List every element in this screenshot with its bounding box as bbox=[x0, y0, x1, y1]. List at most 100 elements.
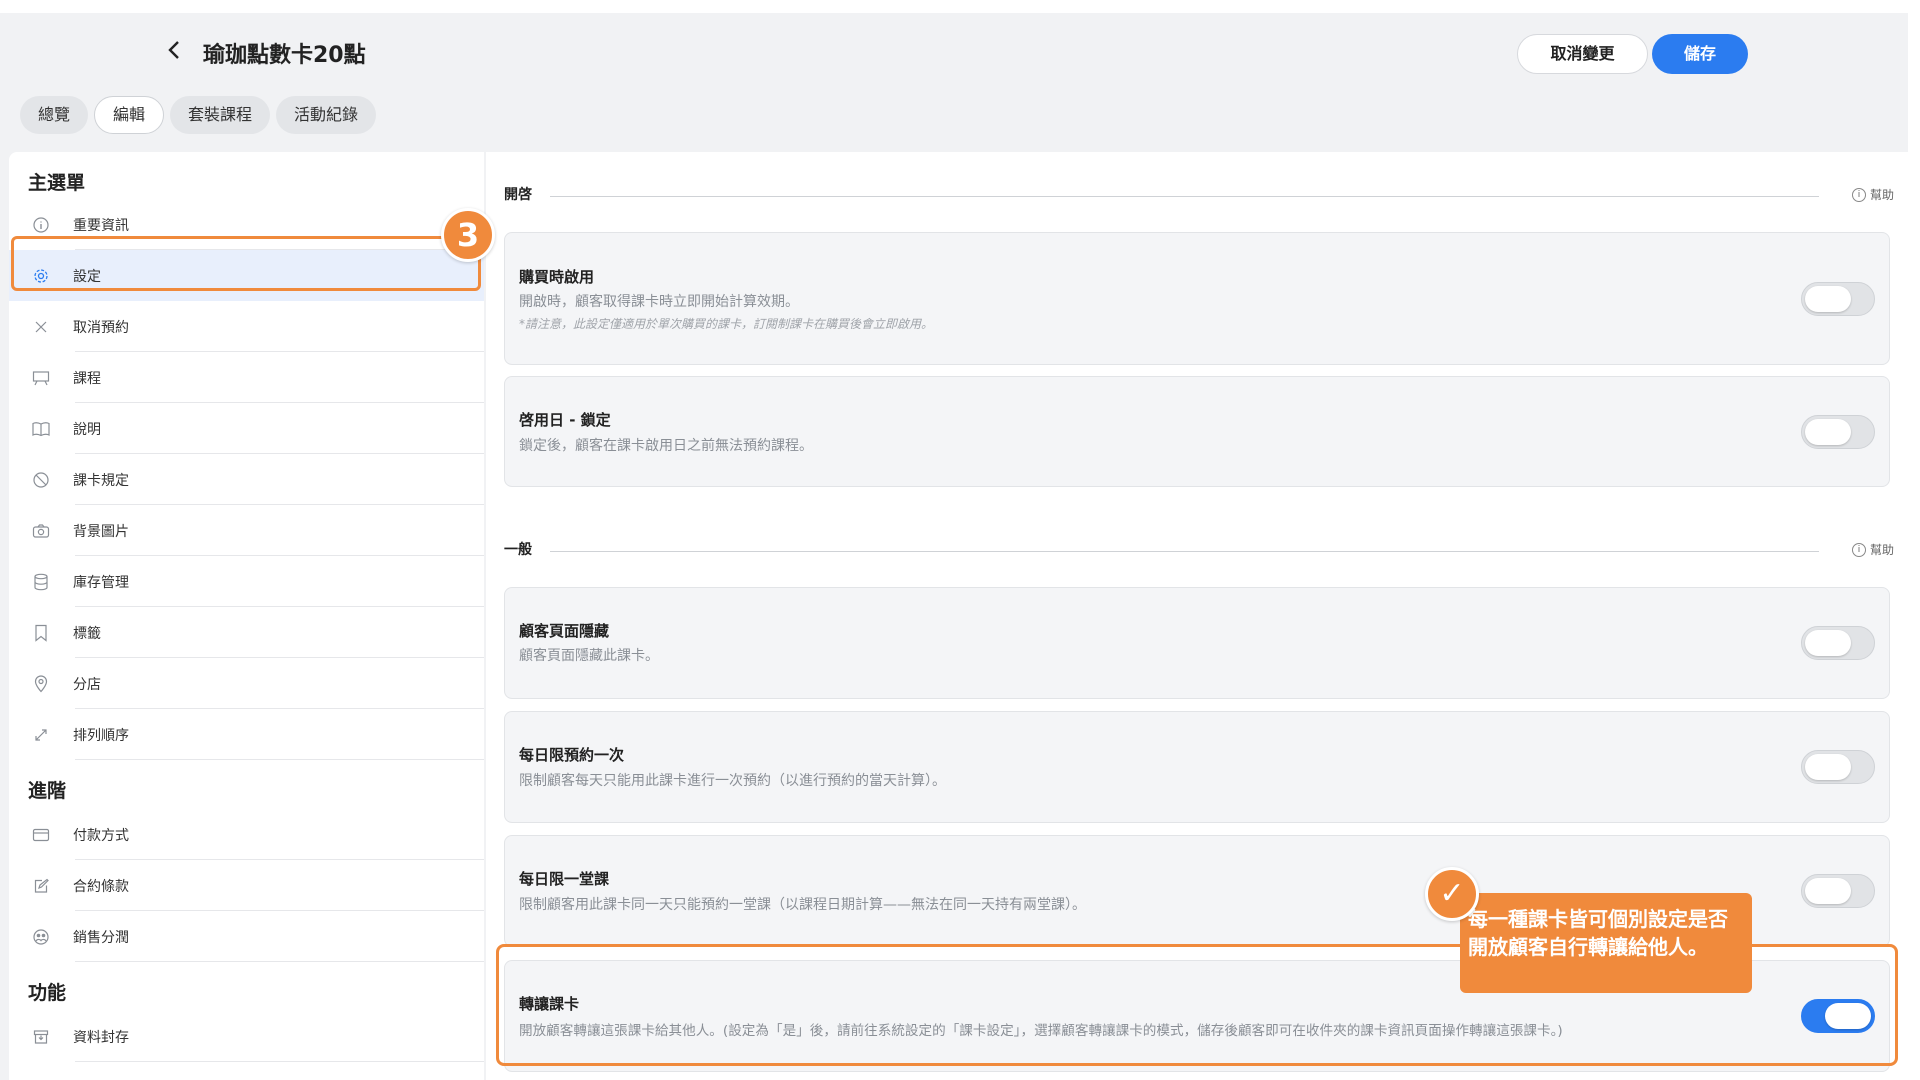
cancel-changes-button[interactable]: 取消變更 bbox=[1517, 34, 1648, 74]
setting-title: 購買時啟用 bbox=[519, 268, 595, 286]
setting-description: 開放顧客轉讓這張課卡給其他人。(設定為「是」後，請前往系統設定的「課卡設定」，選… bbox=[519, 1023, 1563, 1039]
toggle-knob bbox=[1805, 630, 1851, 656]
setting-title: 啓用日 - 鎖定 bbox=[519, 411, 611, 429]
setting-title: 轉讓課卡 bbox=[519, 995, 580, 1013]
setting-card-activate-on-purchase: 購買時啟用 開啟時，顧客取得課卡時立即開始計算效期。 *請注意，此設定僅適用於單… bbox=[504, 232, 1890, 365]
tab-edit[interactable]: 編輯 bbox=[94, 96, 165, 134]
archive-icon bbox=[31, 1027, 51, 1047]
toggle-knob bbox=[1805, 286, 1851, 312]
gear-icon bbox=[31, 266, 51, 286]
info-icon bbox=[31, 215, 51, 235]
credit-card-icon bbox=[31, 825, 51, 845]
step-number-badge: 3 bbox=[441, 208, 495, 262]
setting-description: 開啟時，顧客取得課卡時立即開始計算效期。 bbox=[519, 294, 799, 310]
toggle-knob bbox=[1825, 1003, 1871, 1029]
sidebar-item-label: 付款方式 bbox=[73, 827, 129, 844]
sidebar-item-sales-commission[interactable]: 銷售分潤 bbox=[9, 911, 484, 962]
setting-title: 每日限一堂課 bbox=[519, 870, 610, 888]
sidebar-item-tags[interactable]: 標籤 bbox=[9, 607, 484, 658]
toggle-switch[interactable] bbox=[1801, 415, 1875, 449]
sidebar-item-label: 說明 bbox=[73, 421, 101, 438]
bookmark-icon bbox=[31, 623, 51, 643]
setting-card-start-date-lock: 啓用日 - 鎖定 鎖定後，顧客在課卡啟用日之前無法預約課程。 bbox=[504, 376, 1890, 487]
database-icon bbox=[31, 572, 51, 592]
sidebar-item-important-info[interactable]: 重要資訊 bbox=[9, 199, 484, 250]
sidebar-item-branches[interactable]: 分店 bbox=[9, 658, 484, 709]
sidebar-item-courses[interactable]: 課程 bbox=[9, 352, 484, 403]
setting-title: 每日限預約一次 bbox=[519, 746, 625, 764]
info-icon: i bbox=[1851, 542, 1866, 557]
advanced-section-title: 進階 bbox=[28, 780, 67, 802]
tab-activity-log[interactable]: 活動紀錄 bbox=[276, 96, 377, 134]
sidebar-item-label: 課卡規定 bbox=[73, 472, 129, 489]
divider bbox=[75, 759, 484, 760]
toggle-knob bbox=[1805, 419, 1851, 445]
toggle-switch[interactable] bbox=[1801, 626, 1875, 660]
sidebar-item-label: 重要資訊 bbox=[73, 217, 129, 234]
setting-title: 顧客頁面隱藏 bbox=[519, 622, 610, 640]
tab-bar: 總覽 編輯 套裝課程 活動紀錄 bbox=[20, 96, 377, 134]
toggle-switch[interactable] bbox=[1801, 874, 1875, 908]
setting-card-hide-from-customer: 顧客頁面隱藏 顧客頁面隱藏此課卡。 bbox=[504, 587, 1890, 699]
help-link[interactable]: i 幫助 bbox=[1851, 186, 1894, 203]
sidebar-item-label: 合約條款 bbox=[73, 878, 129, 895]
sidebar-item-label: 分店 bbox=[73, 676, 101, 693]
setting-description: 鎖定後，顧客在課卡啟用日之前無法預約課程。 bbox=[519, 438, 813, 454]
divider bbox=[75, 1061, 484, 1062]
group-header-general: 一般 i 幫助 bbox=[504, 539, 1894, 563]
page-title: 瑜珈點數卡20點 bbox=[203, 43, 366, 68]
sidebar-item-label: 資料封存 bbox=[73, 1029, 129, 1046]
help-label: 幫助 bbox=[1869, 188, 1894, 202]
group-title: 開啓 bbox=[504, 187, 532, 203]
toggle-switch[interactable] bbox=[1801, 999, 1875, 1033]
sidebar-item-inventory[interactable]: 庫存管理 bbox=[9, 556, 484, 607]
sidebar-item-label: 排列順序 bbox=[73, 727, 129, 744]
info-icon: i bbox=[1851, 187, 1866, 202]
help-link[interactable]: i 幫助 bbox=[1851, 541, 1894, 558]
group-title: 一般 bbox=[504, 542, 532, 558]
tab-overview[interactable]: 總覽 bbox=[20, 96, 89, 134]
sidebar-item-sort-order[interactable]: 排列順序 bbox=[9, 709, 484, 760]
setting-description: 限制顧客用此課卡同一天只能預約一堂課（以課程日期計算——無法在同一天持有兩堂課）… bbox=[519, 897, 1086, 913]
sidebar-item-description[interactable]: 說明 bbox=[9, 403, 484, 454]
sidebar-item-label: 設定 bbox=[73, 268, 101, 285]
sidebar-item-label: 銷售分潤 bbox=[73, 929, 129, 946]
save-button[interactable]: 儲存 bbox=[1652, 34, 1748, 74]
sidebar-item-label: 標籤 bbox=[73, 625, 101, 642]
setting-description: 限制顧客每天只能用此課卡進行一次預約（以進行預約的當天計算）。 bbox=[519, 773, 946, 789]
sidebar-item-label: 背景圖片 bbox=[73, 523, 129, 540]
sidebar-item-contract-terms[interactable]: 合約條款 bbox=[9, 860, 484, 911]
sidebar-item-background-image[interactable]: 背景圖片 bbox=[9, 505, 484, 556]
divider bbox=[550, 551, 1819, 552]
setting-card-once-per-day-booking: 每日限預約一次 限制顧客每天只能用此課卡進行一次預約（以進行預約的當天計算）。 bbox=[504, 711, 1890, 823]
chevron-left-icon[interactable] bbox=[167, 39, 189, 63]
camera-icon bbox=[31, 521, 51, 541]
setting-note: *請注意，此設定僅適用於單次購買的課卡，訂閱制課卡在購買後會立即啟用。 bbox=[519, 317, 934, 331]
ban-icon bbox=[31, 470, 51, 490]
toggle-switch[interactable] bbox=[1801, 282, 1875, 316]
divider bbox=[550, 196, 1819, 197]
book-icon bbox=[31, 419, 51, 439]
help-label: 幫助 bbox=[1869, 543, 1894, 557]
main-menu-title: 主選單 bbox=[28, 172, 86, 194]
setting-description: 顧客頁面隱藏此課卡。 bbox=[519, 648, 659, 664]
sidebar-item-card-rules[interactable]: 課卡規定 bbox=[9, 454, 484, 505]
sidebar-item-label: 庫存管理 bbox=[73, 574, 129, 591]
function-section-title: 功能 bbox=[28, 982, 67, 1004]
sidebar-item-data-archive[interactable]: 資料封存 bbox=[9, 1011, 484, 1062]
sidebar-item-settings[interactable]: 設定 bbox=[9, 250, 484, 301]
tab-package-courses[interactable]: 套裝課程 bbox=[170, 96, 271, 134]
toggle-knob bbox=[1805, 878, 1851, 904]
location-pin-icon bbox=[31, 674, 51, 694]
sidebar-item-cancel-booking[interactable]: 取消預約 bbox=[9, 301, 484, 352]
expand-arrows-icon bbox=[31, 725, 51, 745]
sidebar-item-payment-methods[interactable]: 付款方式 bbox=[9, 809, 484, 860]
check-icon: ✓ bbox=[1425, 867, 1479, 921]
toggle-knob bbox=[1805, 754, 1851, 780]
edit-icon bbox=[31, 876, 51, 896]
presentation-icon bbox=[31, 368, 51, 388]
sidebar-item-label: 課程 bbox=[73, 370, 101, 387]
divider bbox=[75, 961, 484, 962]
annotation-callout: 每一種課卡皆可個別設定是否開放顧客自行轉讓給他人。 bbox=[1460, 893, 1752, 993]
toggle-switch[interactable] bbox=[1801, 750, 1875, 784]
